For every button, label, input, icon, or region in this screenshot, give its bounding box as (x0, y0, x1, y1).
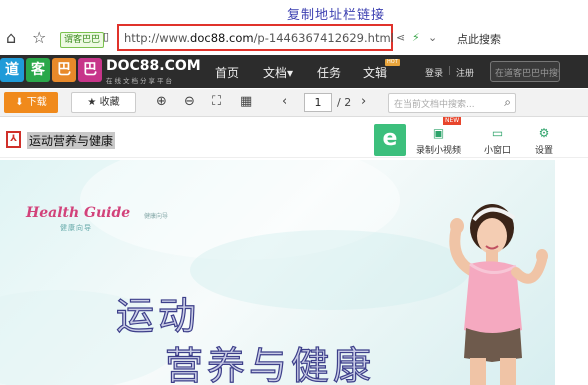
download-icon: ⬇ (15, 97, 27, 108)
runner-illustration (449, 204, 548, 385)
cover-line-2: 营养与健康 (164, 343, 376, 385)
page-number-input[interactable]: 1 (304, 93, 332, 112)
login-link[interactable]: 登录 (425, 66, 443, 79)
share-icon[interactable]: ⋖ (396, 31, 405, 44)
new-badge: NEW (443, 117, 462, 125)
next-page-icon[interactable]: › (361, 94, 366, 109)
register-link[interactable]: 注册 (456, 66, 474, 79)
e-app-icon[interactable]: e (374, 124, 406, 156)
nav-tasks[interactable]: 任务 (317, 64, 341, 81)
doc-toolbar: ⬇ 下载 ★ 收藏 ⊕ ⊖ ⛶ ▦ ‹ 1 / 2 › 在当前文档中搜索... … (0, 89, 588, 117)
window-icon: ▭ (491, 126, 504, 140)
site-name[interactable]: DOC88.COM (106, 58, 201, 74)
site-slogan: 在线文档分享平台 (106, 77, 174, 85)
zoom-in-icon[interactable]: ⊕ (156, 94, 167, 109)
gear-icon: ⚙ (538, 126, 550, 140)
doc-search-input[interactable]: 在当前文档中搜索... ⌕ (388, 93, 516, 113)
fullscreen-icon[interactable]: ⛶ (212, 94, 221, 109)
nav-docs[interactable]: 文档▾ (263, 64, 293, 81)
page-icon: ▯ (103, 30, 110, 43)
small-window-button[interactable]: ▭ 小窗口 (484, 126, 511, 156)
nav-collections[interactable]: 文辑 (363, 64, 387, 81)
settings-button[interactable]: ⚙ 设置 (535, 126, 553, 156)
favorite-button[interactable]: ★ 收藏 (71, 92, 136, 113)
document-title: 运动营养与健康 (27, 132, 116, 149)
cover-brand: 健康向导 (144, 213, 169, 220)
logo-tile-2[interactable]: 客 (26, 58, 50, 82)
cover-subtitle: 健康向导 (60, 224, 92, 232)
cover-line-1: 运动 (115, 293, 201, 338)
url-text[interactable]: http://www.doc88.com/p-1446367412629.htm… (124, 31, 394, 45)
chevron-down-icon[interactable]: ⌄ (428, 31, 437, 44)
star-icon[interactable]: ☆ (32, 28, 46, 47)
logo-tile-1[interactable]: 道 (0, 58, 24, 82)
record-video-button[interactable]: ▣ 录制小视频 (416, 126, 461, 156)
login-divider: | (448, 66, 452, 76)
lightning-icon[interactable]: ⚡ (412, 31, 420, 44)
video-icon: ▣ (432, 126, 445, 140)
prev-page-icon[interactable]: ‹ (282, 94, 287, 109)
grid-view-icon[interactable]: ▦ (240, 94, 252, 109)
cover-title: Health Guide (26, 205, 131, 221)
pdf-icon: ⅄ (6, 131, 21, 148)
site-search-input[interactable]: 在道客巴巴中搜索 (490, 61, 560, 82)
annotation-label: 复制地址栏链接 (287, 8, 386, 23)
logo-tile-4[interactable]: 巴 (78, 58, 102, 82)
logo-tile-3[interactable]: 巴 (52, 58, 76, 82)
site-header: 道 客 巴 巴 DOC88.COM 在线文档分享平台 首页 文档▾ 任务 文辑 … (0, 55, 588, 88)
download-button[interactable]: ⬇ 下载 (4, 92, 58, 113)
hot-badge: HOT (385, 59, 400, 66)
zoom-out-icon[interactable]: ⊖ (184, 94, 195, 109)
search-here-link[interactable]: 点此搜索 (457, 31, 501, 47)
star-icon: ★ (87, 97, 100, 108)
site-badge[interactable]: 谓客巴巴 (60, 32, 105, 48)
address-bar[interactable]: http://www.doc88.com/p-1446367412629.htm… (117, 24, 394, 51)
right-margin (555, 160, 588, 385)
document-page[interactable]: Health Guide 健康向导 健康向导 运动 营养与健康 (0, 160, 555, 385)
doc-search-placeholder: 在当前文档中搜索... (394, 100, 475, 110)
home-icon[interactable]: ⌂ (6, 28, 16, 47)
nav-home[interactable]: 首页 (215, 64, 239, 81)
page-total: / 2 (337, 96, 352, 109)
search-icon[interactable]: ⌕ (504, 95, 511, 110)
